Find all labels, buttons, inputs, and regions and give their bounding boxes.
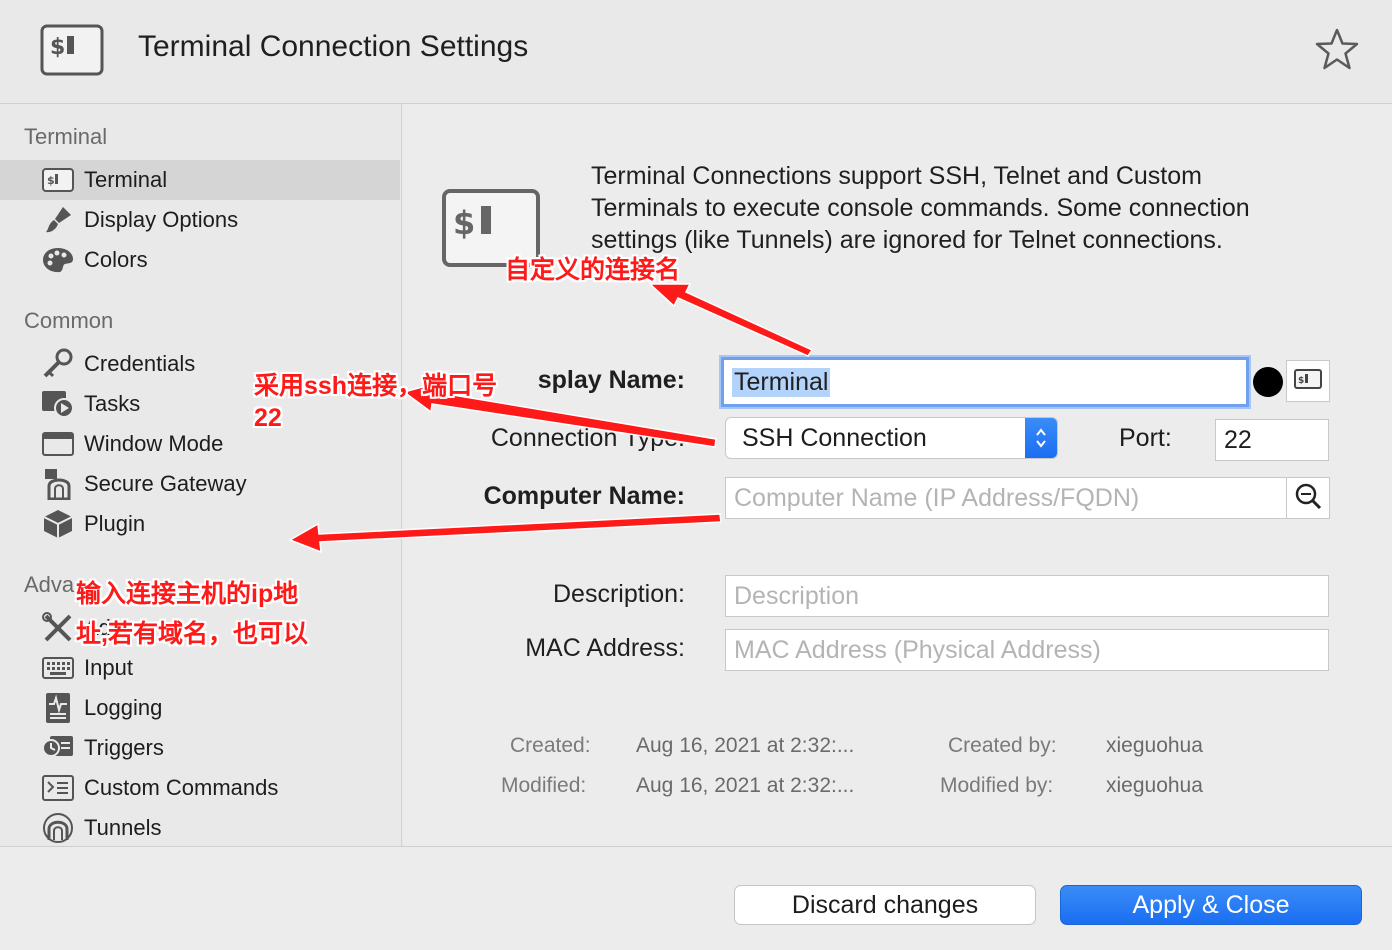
annotation-connection-type-line2: 22: [254, 404, 282, 432]
sidebar-item-label: Plugin: [84, 511, 146, 536]
sidebar-item-secure-gateway[interactable]: Secure Gateway: [0, 464, 400, 504]
plugin-icon: [40, 508, 76, 540]
color-swatch-button[interactable]: [1253, 367, 1283, 397]
modified-label: Modified:: [501, 774, 587, 797]
annotation-connection-type-line1: 采用ssh连接，端口号: [254, 372, 498, 400]
intro-text: Terminal Connections support SSH, Telnet…: [591, 160, 1351, 256]
sidebar-item-tunnels[interactable]: Tunnels: [0, 808, 400, 848]
connection-type-label: Connection Type:: [490, 424, 685, 452]
brush-icon: [40, 204, 76, 236]
page-title: Terminal Connection Settings: [138, 30, 529, 63]
sidebar-item-label: Secure Gateway: [84, 471, 247, 496]
sidebar-item-label: Display Options: [84, 207, 239, 232]
favorite-star-icon[interactable]: [1314, 26, 1360, 72]
computer-name-label: Computer Name:: [483, 482, 685, 510]
keyboard-icon: [40, 652, 76, 684]
annotation-computer-name-line1: 输入连接主机的ip地: [76, 580, 299, 608]
display-name-input[interactable]: Terminal: [721, 357, 1249, 407]
modified-by-label: Modified by:: [940, 774, 1054, 797]
palette-icon: [40, 244, 76, 276]
browse-computer-button[interactable]: [1286, 477, 1330, 519]
intro-line: Terminals to execute console commands. S…: [591, 194, 1250, 222]
commands-icon: [40, 772, 76, 804]
sidebar-item-label: Credentials: [84, 351, 196, 376]
sidebar-item-label: Triggers: [84, 735, 164, 760]
annotation-display-name: 自定义的连接名: [505, 256, 681, 284]
intro-line: Terminal Connections support SSH, Telnet…: [591, 162, 1202, 190]
tasks-icon: [40, 388, 76, 420]
svg-text:$: $: [1298, 376, 1304, 386]
display-name-value: Terminal: [732, 367, 831, 397]
terminal-icon: $: [1294, 368, 1322, 394]
computer-name-placeholder: Computer Name (IP Address/FQDN): [734, 483, 1140, 512]
tools-icon: [40, 612, 76, 644]
svg-text:$: $: [453, 204, 475, 242]
description-placeholder: Description: [734, 581, 860, 610]
sidebar-item-custom-commands[interactable]: Custom Commands: [0, 768, 400, 808]
port-input[interactable]: 22: [1215, 419, 1329, 461]
port-value: 22: [1224, 425, 1252, 454]
created-label: Created:: [510, 734, 591, 757]
sidebar-item-label: Logging: [84, 695, 163, 720]
port-label: Port:: [1119, 424, 1172, 452]
sidebar: Terminal $ Terminal Display Options Colo…: [0, 104, 402, 846]
mac-address-label: MAC Address:: [525, 634, 685, 662]
sidebar-section-terminal: Terminal: [24, 124, 108, 149]
sidebar-item-label: Tunnels: [84, 815, 162, 840]
sidebar-item-triggers[interactable]: Triggers: [0, 728, 400, 768]
key-icon: [40, 348, 76, 380]
tunnel-icon: [40, 812, 76, 844]
header-bar: $ Terminal Connection Settings: [0, 0, 1392, 104]
gateway-icon: [40, 468, 76, 500]
sidebar-item-label: Window Mode: [84, 431, 224, 456]
annotation-computer-name-line2: 址,若有域名，也可以: [76, 620, 308, 648]
modified-value: Aug 16, 2021 at 2:32:...: [636, 774, 855, 797]
computer-name-input[interactable]: Computer Name (IP Address/FQDN): [725, 477, 1287, 519]
mac-address-input[interactable]: MAC Address (Physical Address): [725, 629, 1329, 671]
footer-bar: Discard changes Apply & Close: [0, 846, 1392, 950]
created-value: Aug 16, 2021 at 2:32:...: [636, 734, 855, 757]
created-by-value: xieguohua: [1106, 734, 1203, 757]
icon-picker-button[interactable]: $: [1286, 360, 1330, 402]
sidebar-item-display-options[interactable]: Display Options: [0, 200, 400, 240]
sidebar-item-label: Terminal: [84, 167, 168, 192]
sidebar-item-window-mode[interactable]: Window Mode: [0, 424, 400, 464]
sidebar-section-advanced: Adva: [24, 572, 75, 597]
sidebar-section-common: Common: [24, 308, 114, 333]
trigger-icon: [40, 732, 76, 764]
sidebar-item-colors[interactable]: Colors: [0, 240, 400, 280]
connection-type-select[interactable]: SSH Connection: [725, 417, 1058, 459]
created-by-label: Created by:: [948, 734, 1057, 757]
sidebar-item-input[interactable]: Input: [0, 648, 400, 688]
log-icon: [40, 692, 76, 724]
search-icon: [1294, 482, 1322, 515]
main-panel: $ Terminal Connections support SSH, Teln…: [403, 104, 1392, 846]
sidebar-item-label: Tasks: [84, 391, 141, 416]
terminal-icon: $: [40, 164, 76, 196]
description-input[interactable]: Description: [725, 575, 1329, 617]
sidebar-item-label: Custom Commands: [84, 775, 279, 800]
connection-type-value: SSH Connection: [742, 423, 927, 452]
chevron-updown-icon: [1025, 418, 1057, 458]
svg-text:$: $: [50, 35, 65, 60]
intro-line: settings (like Tunnels) are ignored for …: [591, 226, 1223, 254]
description-label: Description:: [553, 580, 685, 608]
terminal-icon: $: [40, 24, 104, 76]
window-icon: [40, 428, 76, 460]
modified-by-value: xieguohua: [1106, 774, 1203, 797]
sidebar-item-plugin[interactable]: Plugin: [0, 504, 400, 544]
sidebar-item-terminal[interactable]: $ Terminal: [0, 160, 400, 200]
svg-text:$: $: [47, 174, 55, 187]
sidebar-item-label: Colors: [84, 247, 148, 272]
mac-address-placeholder: MAC Address (Physical Address): [734, 635, 1101, 664]
discard-changes-button[interactable]: Discard changes: [734, 885, 1036, 925]
apply-close-button[interactable]: Apply & Close: [1060, 885, 1362, 925]
sidebar-item-logging[interactable]: Logging: [0, 688, 400, 728]
sidebar-item-label: Input: [84, 655, 133, 680]
